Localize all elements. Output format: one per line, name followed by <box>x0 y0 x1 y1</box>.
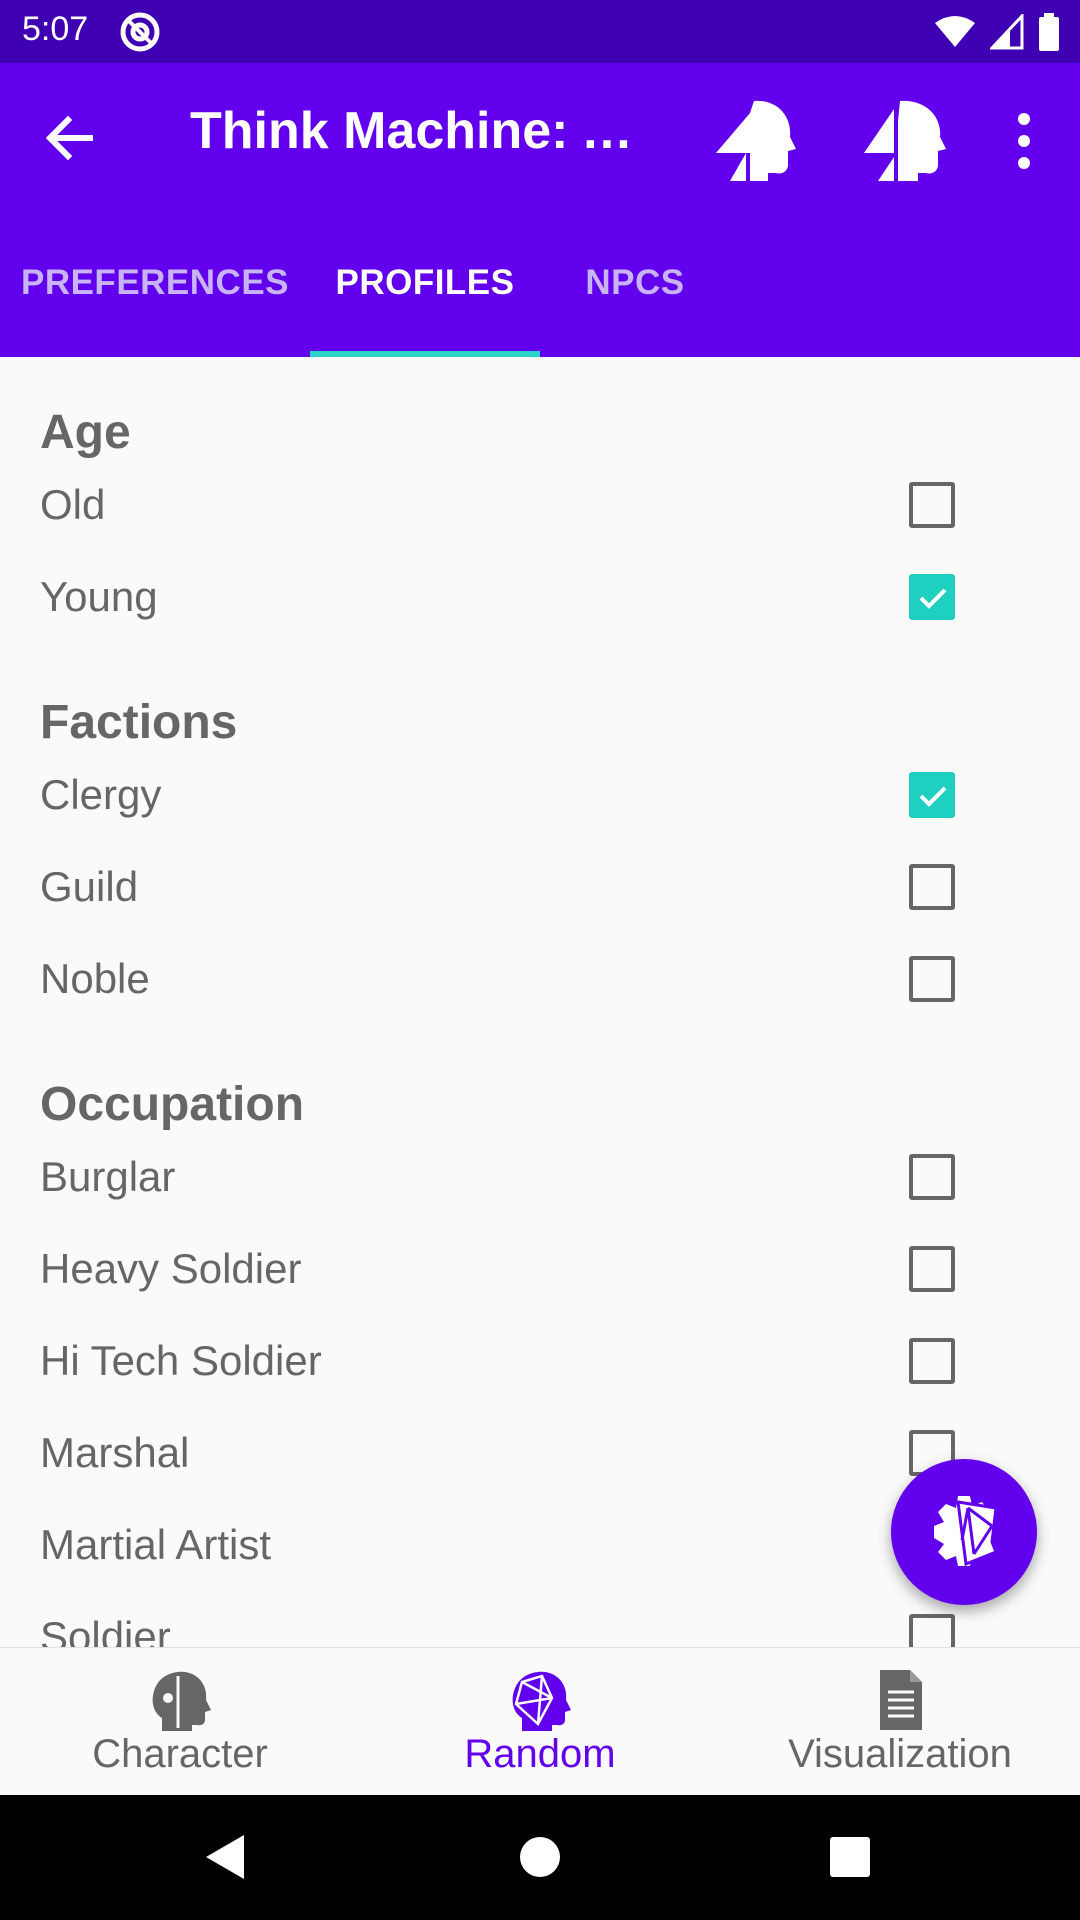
tab-bar: PREFERENCES PROFILES NPCS <box>0 209 1080 357</box>
generate-fab-button[interactable] <box>891 1459 1037 1605</box>
section-title-occupation: Occupation <box>40 1078 305 1131</box>
tab-preferences[interactable]: PREFERENCES <box>20 209 290 357</box>
more-options-icon[interactable] <box>1000 103 1048 183</box>
system-recents-icon[interactable] <box>818 1825 882 1889</box>
section-title-factions: Factions <box>40 696 238 749</box>
nav-random[interactable]: Random <box>360 1648 720 1796</box>
checkbox-noble[interactable] <box>909 956 955 1002</box>
check-icon <box>919 588 947 609</box>
nav-label-random: Random <box>464 1732 616 1776</box>
label-martial-artist: Martial Artist <box>40 1521 272 1568</box>
head-left-icon[interactable] <box>706 93 798 185</box>
label-clergy: Clergy <box>40 771 162 818</box>
battery-icon <box>1039 13 1059 51</box>
document-icon <box>880 1670 922 1730</box>
checkbox-young[interactable] <box>909 574 955 620</box>
checkbox-burglar[interactable] <box>909 1154 955 1200</box>
back-arrow-icon[interactable] <box>34 103 104 173</box>
wifi-icon <box>935 16 975 47</box>
head-gear-icon <box>152 1671 211 1731</box>
system-back-icon[interactable] <box>196 1825 260 1889</box>
checkbox-heavy-soldier[interactable] <box>909 1246 955 1292</box>
label-soldier: Soldier <box>40 1613 171 1647</box>
head-polygon-icon <box>512 1671 571 1731</box>
checkbox-clergy[interactable] <box>909 772 955 818</box>
tab-profiles[interactable]: PROFILES <box>310 209 540 357</box>
status-time: 5:07 <box>22 10 89 48</box>
page-title: Think Machine: A... <box>190 102 640 160</box>
profiles-list[interactable]: Age Old Young Factions Clergy Guild Nobl… <box>0 357 1080 1647</box>
nav-label-character: Character <box>92 1732 268 1776</box>
checkbox-old[interactable] <box>909 482 955 528</box>
gear-polygon-icon <box>934 1496 998 1567</box>
label-guild: Guild <box>40 863 139 910</box>
checkbox-hi-tech-soldier[interactable] <box>909 1338 955 1384</box>
cellular-signal-icon <box>990 14 1024 50</box>
label-marshal: Marshal <box>40 1429 190 1476</box>
app-bar: Think Machine: A... <box>0 63 1080 209</box>
status-bar: 5:07 <box>0 0 1080 63</box>
at-sign-icon <box>120 12 160 52</box>
bottom-navigation: Character Random Visualization <box>0 1647 1080 1796</box>
label-young: Young <box>40 573 158 620</box>
label-heavy-soldier: Heavy Soldier <box>40 1245 302 1292</box>
tab-npcs[interactable]: NPCS <box>560 209 710 357</box>
label-hi-tech-soldier: Hi Tech Soldier <box>40 1337 322 1384</box>
section-title-age: Age <box>40 406 131 459</box>
head-right-icon[interactable] <box>856 93 948 185</box>
system-navigation-bar <box>0 1795 1080 1920</box>
label-old: Old <box>40 481 106 528</box>
nav-character[interactable]: Character <box>0 1648 360 1796</box>
nav-label-visualization: Visualization <box>788 1732 1012 1776</box>
label-burglar: Burglar <box>40 1153 176 1200</box>
checkbox-soldier[interactable] <box>909 1614 955 1647</box>
status-icons <box>934 12 1060 52</box>
label-noble: Noble <box>40 955 150 1002</box>
system-home-icon[interactable] <box>508 1825 572 1889</box>
checkbox-guild[interactable] <box>909 864 955 910</box>
nav-visualization[interactable]: Visualization <box>720 1648 1080 1796</box>
check-icon <box>919 786 947 807</box>
